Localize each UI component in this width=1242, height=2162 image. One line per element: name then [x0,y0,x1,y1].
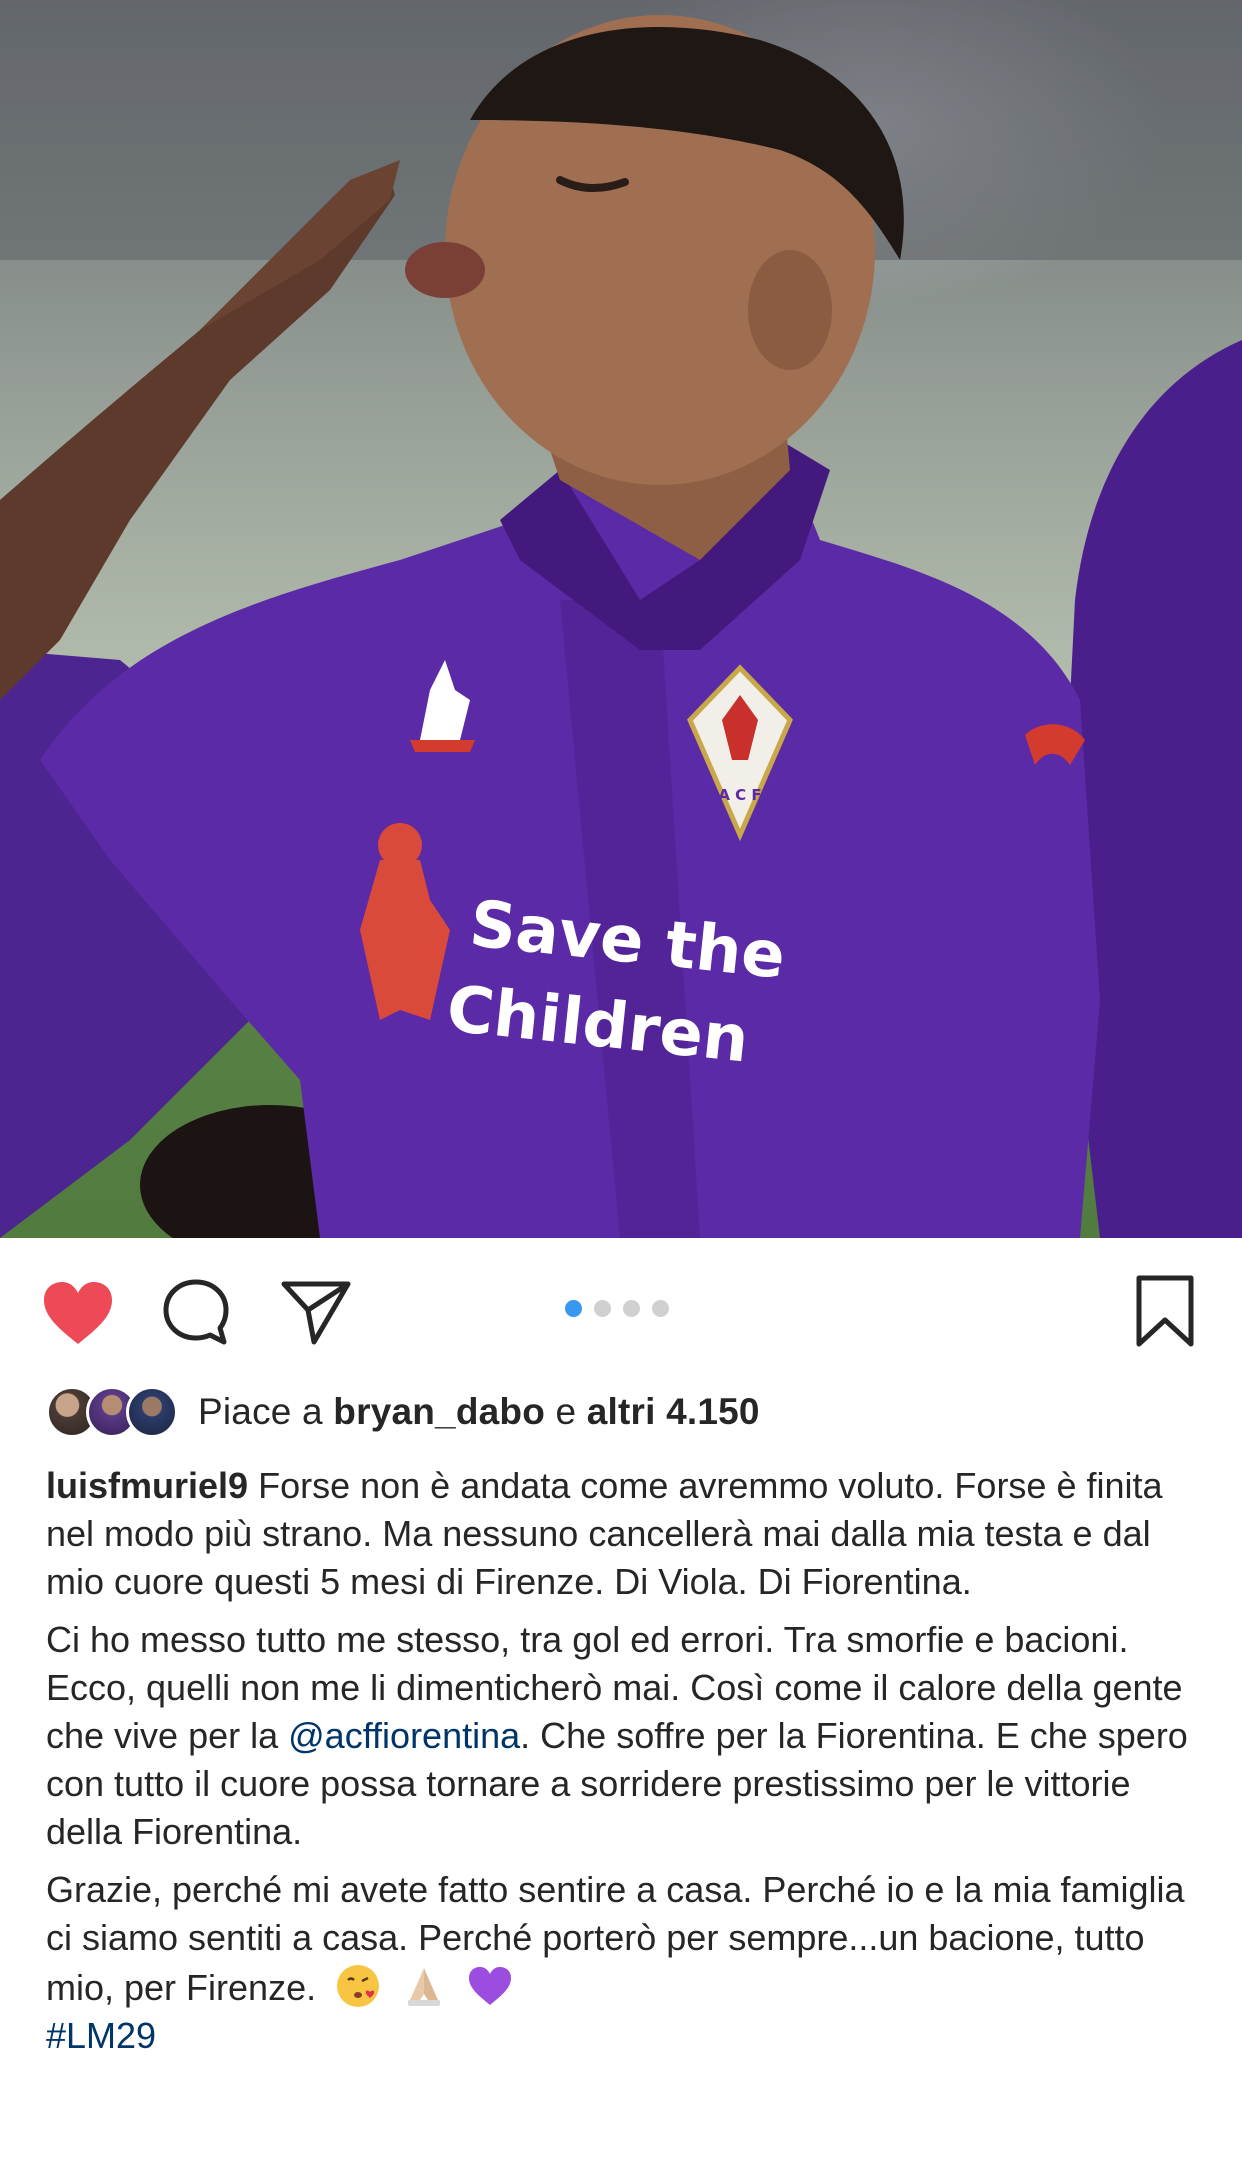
comment-icon[interactable] [160,1276,232,1348]
liker-username-link[interactable]: bryan_dabo [333,1391,545,1432]
caption-paragraph-3: Grazie, perché mi avete fatto sentire a … [46,1866,1206,2012]
carousel-dot-1 [565,1300,582,1317]
crest-letters: A C F [718,786,761,804]
caption-username-link[interactable]: luisfmuriel9 [46,1465,248,1506]
kiss-face-icon [337,1965,380,2007]
likes-summary[interactable]: Piace a bryan_dabo e altri 4.150 [46,1382,760,1442]
praying-hands-icon [408,1968,441,2006]
carousel-indicator [565,1300,669,1320]
likes-others-link[interactable]: altri 4.150 [587,1391,760,1432]
post-caption: luisfmuriel9 Forse non è andata come avr… [46,1462,1206,2060]
liker-avatars [46,1384,178,1440]
mention-link[interactable]: @acffiorentina [288,1715,520,1756]
purple-heart-icon [469,1967,512,2005]
caption-paragraph-1: luisfmuriel9 Forse non è andata come avr… [46,1462,1206,1606]
carousel-dot-3 [623,1300,640,1317]
likes-text: Piace a bryan_dabo e altri 4.150 [198,1391,760,1433]
save-bookmark-icon[interactable] [1134,1274,1196,1348]
likes-connector: e [555,1391,577,1432]
post-photo[interactable]: A C F Save the Children [0,0,1242,1238]
carousel-dot-2 [594,1300,611,1317]
likes-prefix: Piace a [198,1391,323,1432]
hashtag-link[interactable]: #LM29 [46,2012,1206,2060]
player-photo-illustration: A C F Save the Children [0,0,1242,1238]
caption-text-3: Grazie, perché mi avete fatto sentire a … [46,1869,1185,2008]
avatar [126,1386,178,1438]
like-heart-icon[interactable] [40,1278,116,1348]
share-direct-icon[interactable] [280,1278,352,1346]
carousel-dot-4 [652,1300,669,1317]
caption-paragraph-2: Ci ho messo tutto me stesso, tra gol ed … [46,1616,1206,1856]
